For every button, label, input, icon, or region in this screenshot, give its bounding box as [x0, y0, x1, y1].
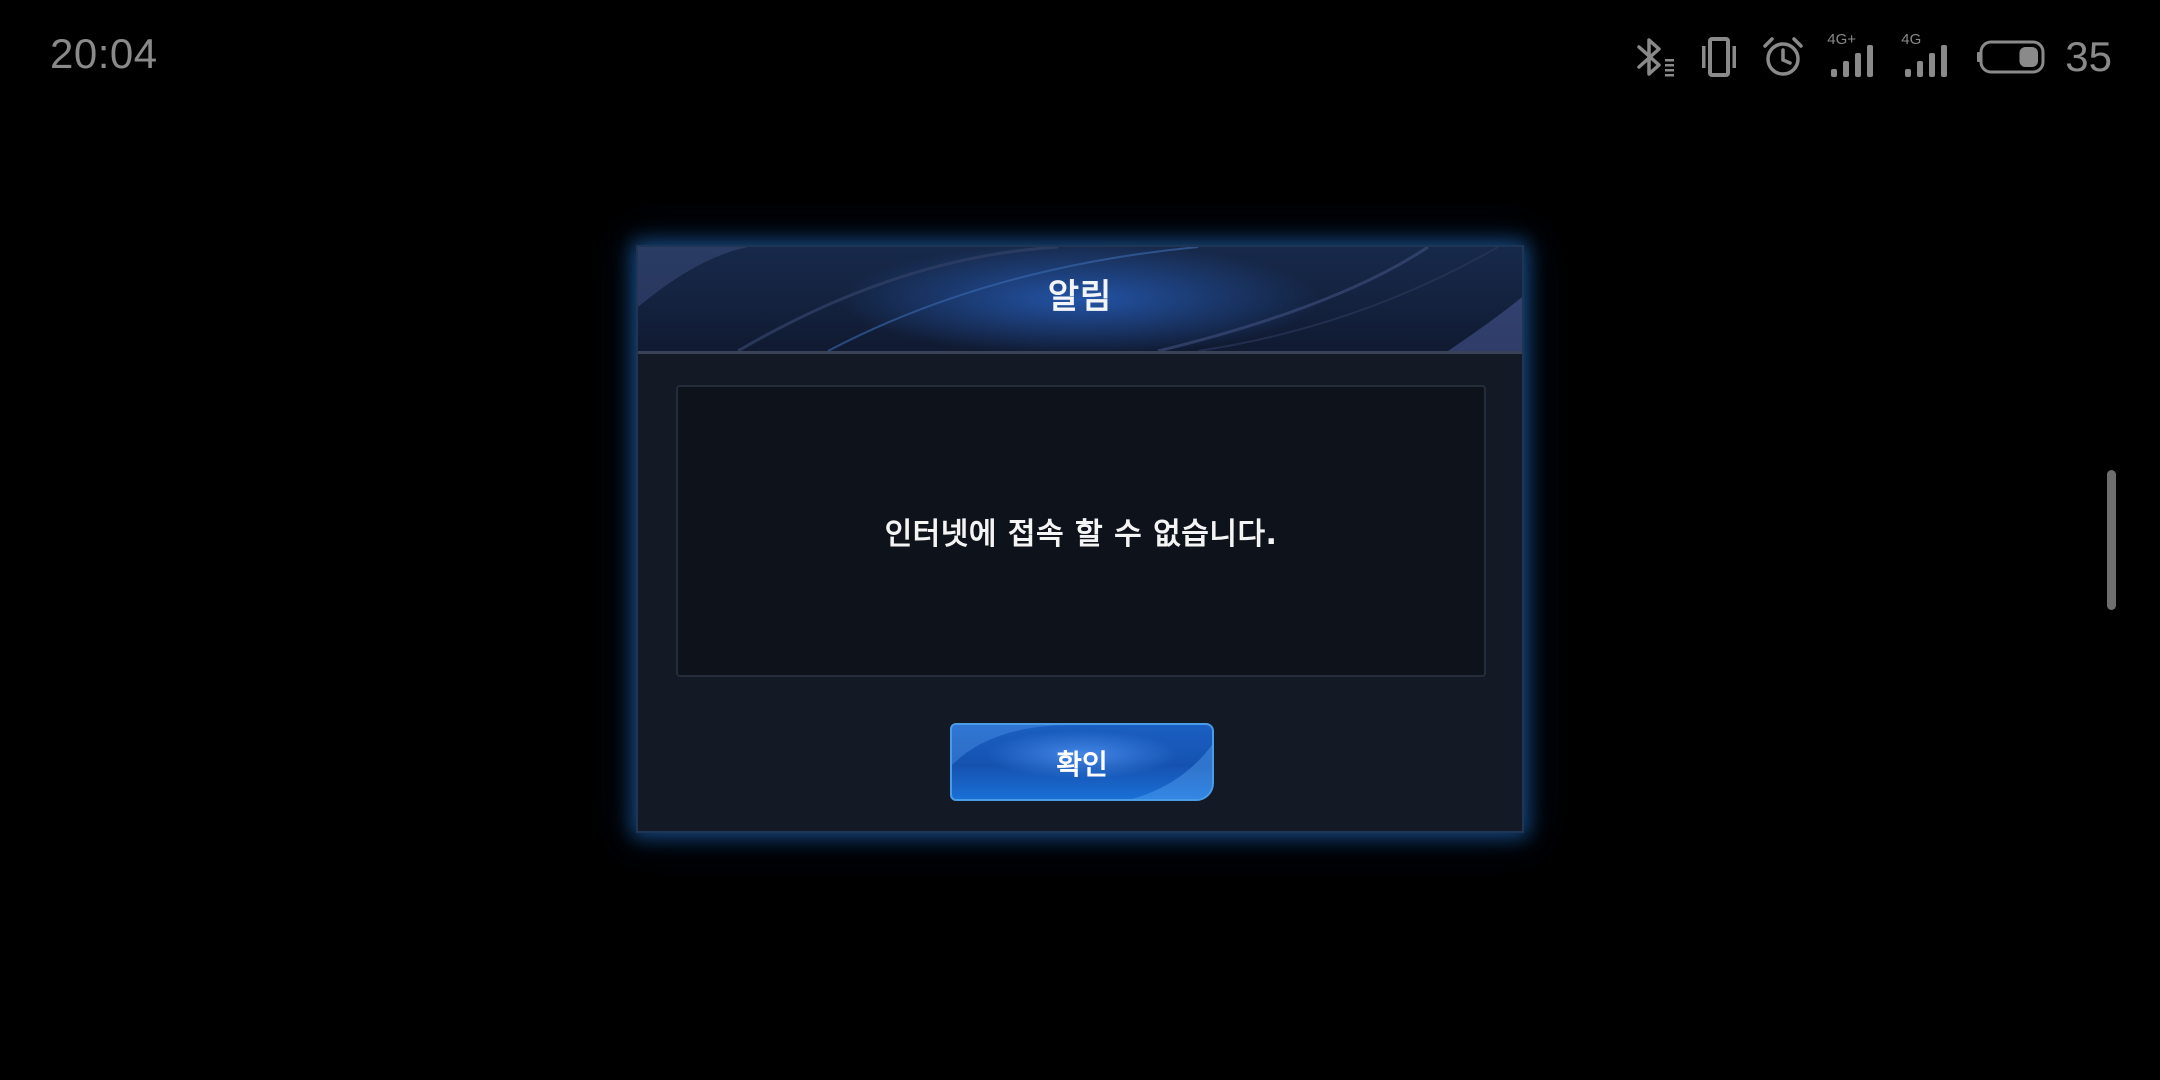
scroll-indicator[interactable]	[2107, 470, 2116, 610]
confirm-button[interactable]: 확인	[950, 723, 1214, 801]
status-icons: 4G+ 4G 35	[1631, 31, 2112, 82]
dialog-header: 알림	[638, 247, 1522, 354]
dialog-message: 인터넷에 접속 할 수 없습니다.	[884, 517, 1278, 552]
signal-4g-icon: 4G	[1901, 31, 1953, 79]
signal-4g-plus-icon: 4G+	[1827, 31, 1879, 79]
dialog-title: 알림	[1047, 277, 1113, 317]
vibrate-icon	[1699, 35, 1739, 79]
alarm-icon	[1761, 35, 1805, 79]
battery-icon	[1975, 37, 2047, 77]
bluetooth-icon	[1631, 35, 1677, 79]
confirm-button-label: 확인	[1056, 748, 1108, 781]
alert-dialog: 알림 인터넷에 접속 할 수 없습니다. 확인	[636, 245, 1524, 833]
message-panel: 인터넷에 접속 할 수 없습니다.	[676, 385, 1486, 677]
status-time: 20:04	[50, 30, 158, 77]
screen: 20:04 4G+ 4G 35 알림 인터넷에 접속 할 수 없습니다. 확인	[0, 0, 2160, 1080]
battery-level-text: 35	[2065, 33, 2112, 80]
